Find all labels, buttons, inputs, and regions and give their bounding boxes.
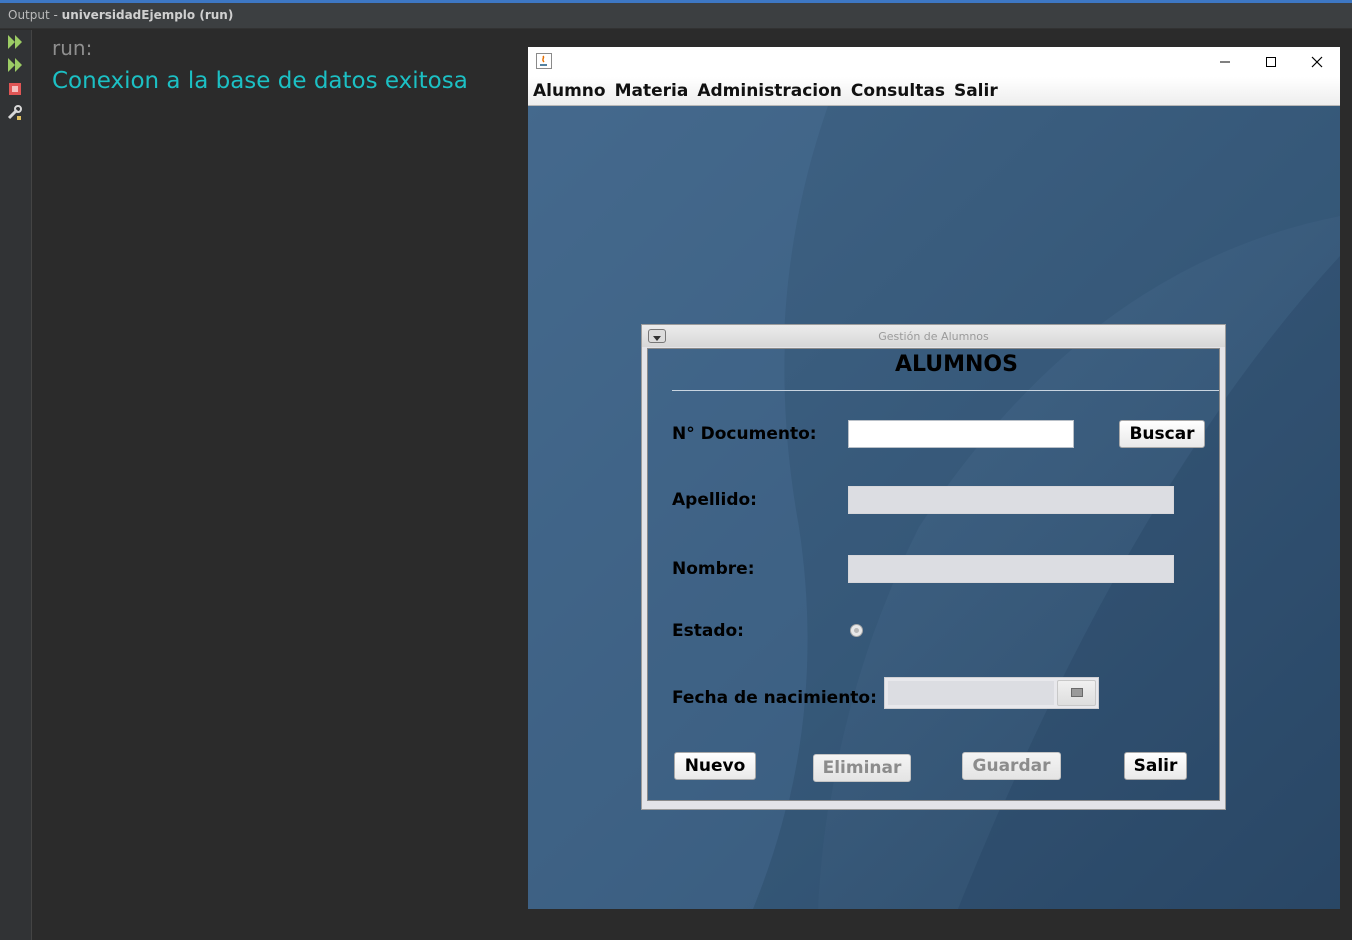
output-prefix: Output - <box>8 8 62 22</box>
menu-administracion[interactable]: Administracion <box>692 77 846 102</box>
close-icon <box>1311 56 1323 68</box>
gestion-alumnos-frame: Gestión de Alumnos ALUMNOS N° Documento:… <box>641 324 1226 810</box>
window-titlebar[interactable] <box>528 47 1340 77</box>
internal-frame-bottom-border <box>642 801 1225 809</box>
minimize-button[interactable] <box>1202 47 1248 77</box>
nuevo-button[interactable]: Nuevo <box>674 752 756 780</box>
buscar-button[interactable]: Buscar <box>1119 420 1205 448</box>
menu-salir[interactable]: Salir <box>949 77 1002 102</box>
menu-bar: Alumno Materia Administracion Consultas Sali… <box>528 77 1340 106</box>
console-line-run: run: <box>52 36 93 60</box>
output-panel-header: Output - universidadEjemplo (run) <box>0 3 1352 29</box>
documento-field[interactable] <box>848 420 1074 448</box>
desktop-pane: Gestión de Alumnos ALUMNOS N° Documento:… <box>528 106 1340 909</box>
console-line-message: Conexion a la base de datos exitosa <box>52 68 468 94</box>
apellido-field[interactable] <box>848 486 1174 514</box>
guardar-button[interactable]: Guardar <box>962 752 1061 780</box>
form-heading: ALUMNOS <box>895 352 1018 377</box>
menu-consultas[interactable]: Consultas <box>846 77 949 102</box>
menu-materia[interactable]: Materia <box>610 77 693 102</box>
maximize-icon <box>1266 57 1276 67</box>
settings-icon[interactable] <box>6 104 24 122</box>
internal-frame-title: Gestión de Alumnos <box>878 330 989 343</box>
label-estado: Estado: <box>672 621 744 641</box>
rerun-icon[interactable] <box>6 33 24 51</box>
salir-button[interactable]: Salir <box>1124 752 1187 780</box>
menu-alumno[interactable]: Alumno <box>528 77 610 102</box>
rerun-different-params-icon[interactable] <box>6 56 24 74</box>
maximize-button[interactable] <box>1248 47 1294 77</box>
calendar-icon <box>1071 688 1083 697</box>
eliminar-button[interactable]: Eliminar <box>813 754 911 782</box>
minimize-icon <box>1220 61 1230 63</box>
calendar-button[interactable] <box>1057 680 1096 706</box>
label-nombre: Nombre: <box>672 559 755 579</box>
heading-separator <box>672 390 1219 391</box>
internal-frame-titlebar[interactable]: Gestión de Alumnos <box>642 325 1225 347</box>
nombre-field[interactable] <box>848 555 1174 583</box>
fecha-date-chooser <box>884 677 1099 709</box>
output-project: universidadEjemplo (run) <box>61 8 234 22</box>
label-apellido: Apellido: <box>672 490 757 510</box>
app-window: Alumno Materia Administracion Consultas Sali… <box>528 47 1340 909</box>
alumnos-form: ALUMNOS N° Documento: Buscar Apellido: N… <box>647 348 1220 801</box>
output-toolbar <box>0 30 32 940</box>
fecha-field[interactable] <box>888 681 1054 705</box>
label-fecha: Fecha de nacimiento: <box>672 688 877 708</box>
java-icon <box>536 53 552 69</box>
label-documento: N° Documento: <box>672 424 817 444</box>
estado-radio[interactable] <box>850 624 863 637</box>
close-button[interactable] <box>1294 47 1340 77</box>
stop-icon[interactable] <box>6 80 24 98</box>
